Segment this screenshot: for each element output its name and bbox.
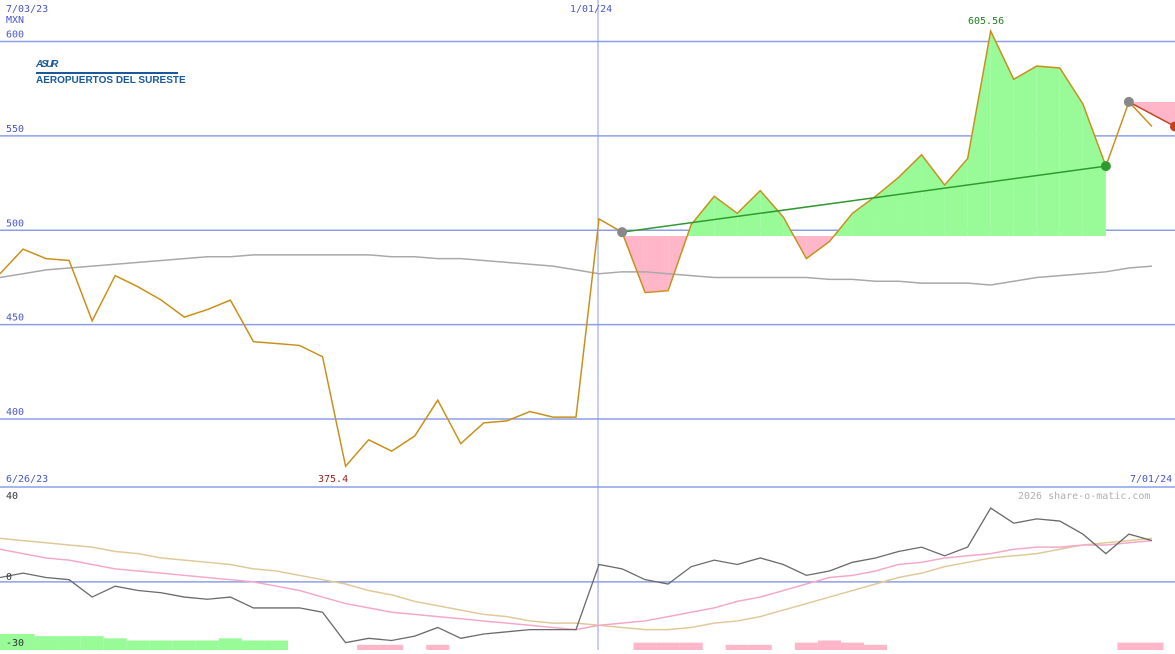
histogram-bar-loss (679, 642, 703, 650)
upper-tick-labels: 400 450 500 550 600 (6, 30, 24, 419)
histogram-bars (0, 633, 1164, 650)
gain-band (714, 196, 738, 236)
histogram-bar-loss (357, 644, 381, 650)
gain-band (1013, 66, 1037, 236)
period-start-label: 6/26/23 (6, 474, 48, 485)
trend-start-marker (1123, 96, 1134, 107)
histogram-bar-gain (149, 640, 173, 650)
price-line (0, 28, 1153, 468)
histogram-bar-gain (57, 636, 81, 650)
upper-series (0, 28, 1153, 468)
tick-label-400: 400 (6, 407, 24, 418)
histogram-bar-loss (840, 642, 864, 650)
gain-band (1036, 66, 1060, 236)
currency-label: MXN (6, 15, 24, 26)
histogram-bar-loss (656, 642, 680, 650)
histogram-bar-loss (633, 642, 657, 650)
histogram-bar-gain (195, 640, 219, 650)
gain-loss-bands (622, 31, 1175, 293)
histogram-bar-loss (426, 644, 450, 650)
gain-band (1059, 67, 1083, 236)
watermark: 2026 share-o-matic.com (1018, 491, 1150, 502)
tick-label-550: 550 (6, 124, 24, 135)
histogram-bar-gain (218, 638, 242, 650)
signal-line-pink (0, 539, 1153, 631)
histogram-bar-gain (241, 640, 265, 650)
histogram-bar-gain (103, 638, 127, 650)
tick-label-450: 450 (6, 313, 24, 324)
logo-tagline: AEROPUERTOS DEL SURESTE (36, 75, 186, 86)
gain-band (990, 31, 1014, 236)
gain-band (967, 31, 991, 236)
tick-label-500: 500 (6, 218, 24, 229)
histogram-bar-loss (380, 644, 404, 650)
lower-tick-label-0: 0 (6, 572, 12, 583)
histogram-bar-gain (80, 636, 104, 650)
histogram-bar-loss (725, 644, 749, 650)
lower-tick-label-40: 40 (6, 491, 18, 502)
gain-band (1082, 103, 1106, 236)
tick-label-600: 600 (6, 30, 24, 41)
lower-series (0, 507, 1153, 644)
gain-band (921, 154, 945, 236)
gain-band (852, 196, 876, 236)
gain-band (944, 158, 968, 236)
signal-line-tan (0, 537, 1153, 631)
histogram-bar-gain (264, 640, 288, 650)
histogram-bar-loss (1117, 642, 1141, 650)
start-date-label: 7/03/23 (6, 4, 48, 15)
logo-wordmark: ASUR (35, 59, 59, 70)
histogram-bar-loss (817, 640, 841, 650)
trend-start-marker (617, 227, 628, 238)
histogram-bar-loss (748, 644, 772, 650)
mid-date-label: 1/01/24 (570, 4, 612, 15)
loss-band (645, 235, 669, 293)
moving-average-line (0, 254, 1153, 286)
histogram-bar-gain (126, 640, 150, 650)
company-logo: ASUR AEROPUERTOS DEL SURESTE (35, 59, 186, 86)
gain-band (691, 196, 715, 236)
histogram-bar-loss (1140, 642, 1164, 650)
high-value-label: 605.56 (968, 16, 1004, 27)
histogram-bar-loss (863, 644, 888, 650)
lower-tick-label--30: -30 (6, 638, 24, 649)
chart-canvas: 400450500550600 7/03/23 MXN 1/01/24 605.… (0, 0, 1175, 650)
price-chart: 400 450 500 550 600 7/03/23 MXN 1/01/24 605.… (0, 0, 1175, 650)
histogram-bar-gain (172, 640, 196, 650)
period-end-label: 7/01/24 (1130, 474, 1172, 485)
trend-end-marker (1100, 161, 1111, 172)
low-value-label: 375.4 (318, 474, 348, 485)
logo-rule (36, 72, 178, 74)
histogram-bar-gain (34, 636, 58, 650)
lower-tick-labels: 40 0 -30 (6, 491, 24, 649)
histogram-bar-loss (794, 642, 818, 650)
